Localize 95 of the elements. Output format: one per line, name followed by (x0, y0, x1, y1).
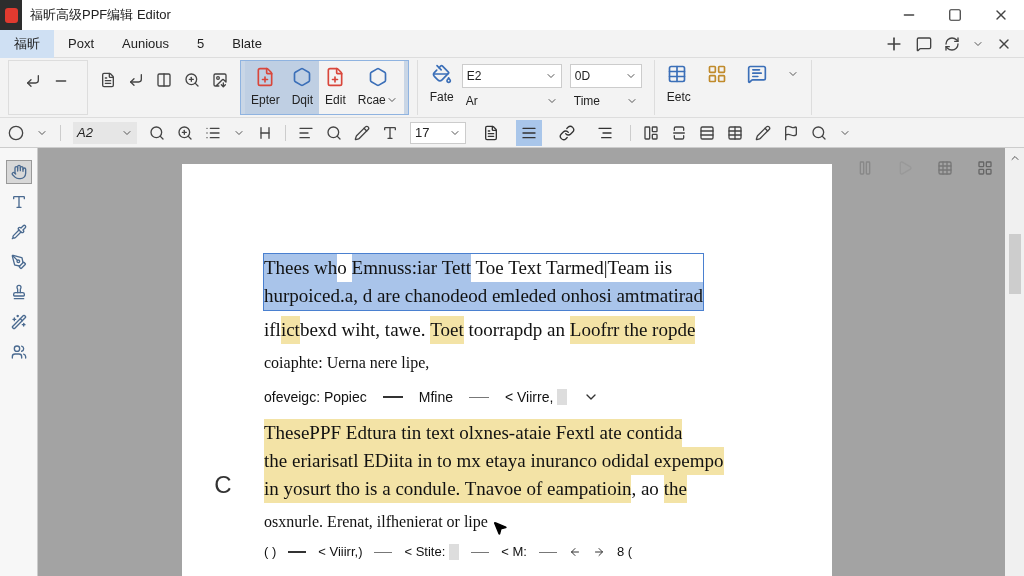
document-text: o (337, 256, 348, 280)
document-text: the (663, 475, 687, 503)
ribbon-label: Fate (429, 89, 454, 106)
style-combo[interactable]: A2 (73, 121, 137, 144)
zoom-icon[interactable] (184, 72, 200, 88)
hand-icon[interactable] (10, 164, 27, 180)
document-text: in yosurt tho is a condule. Tnavoe of eampatioin (264, 475, 632, 503)
wand-icon[interactable] (10, 314, 27, 330)
size-dropdown[interactable]: Time (569, 92, 642, 110)
document-text: , ao (631, 477, 660, 501)
margin-mark: C (214, 470, 232, 500)
document-text: osxnurle. Erenat, ilfhenierat or lipe (264, 512, 488, 533)
people-icon[interactable] (10, 344, 27, 360)
frame-icon[interactable] (156, 72, 172, 88)
pen-icon[interactable] (755, 124, 771, 141)
font-combo[interactable]: E2 (461, 64, 562, 88)
menu-tab[interactable]: Aunious (108, 29, 183, 58)
image-edit-icon[interactable] (212, 72, 228, 88)
text-tool-icon[interactable] (10, 194, 27, 210)
document-text: ict (280, 316, 300, 344)
corner-icon[interactable] (25, 73, 41, 89)
menu-tab[interactable]: Blate (218, 29, 276, 58)
document-text: the eriarisatl EDiita (264, 447, 418, 475)
field-label: Mfine (418, 387, 453, 407)
scrollbar-thumb[interactable] (1008, 234, 1021, 294)
right-arrow-icon[interactable] (592, 546, 605, 558)
menu-tab[interactable]: 5 (183, 29, 219, 58)
app-logo-icon (4, 7, 18, 23)
font-icon[interactable] (382, 124, 398, 141)
document-text: coiaphte: Uerna nere lipe, (264, 353, 431, 374)
document-text: ifl (264, 318, 281, 342)
mouse-cursor-icon[interactable] (491, 520, 508, 536)
grid-icon[interactable] (706, 64, 727, 84)
document-text: in to mx etaya inuranco odidal expempo (417, 447, 724, 475)
document-text: bexd wiht, tawe. (299, 318, 427, 342)
field-label: ( ) (264, 543, 277, 562)
document-text: Tett (441, 254, 472, 282)
menu-tab[interactable]: Poxt (54, 29, 108, 58)
hand-tool-button[interactable] (5, 160, 32, 184)
table-icon[interactable] (666, 64, 687, 84)
document-text: Thees wh (264, 254, 338, 282)
comment-icon[interactable] (916, 35, 932, 52)
edit-icon[interactable] (354, 124, 370, 141)
refresh-icon[interactable] (944, 35, 960, 52)
pen-icon[interactable] (10, 254, 27, 270)
menu-tab[interactable]: 福昕 (0, 29, 54, 58)
search-icon[interactable] (149, 124, 165, 141)
text-size-icon[interactable] (257, 124, 273, 141)
split-icon[interactable] (671, 124, 687, 141)
ribbon-button[interactable]: Rcae (351, 61, 404, 114)
ribbon-button[interactable]: Epter (245, 61, 286, 114)
field-label: < Viiirr,) (318, 543, 363, 562)
ribbon-button[interactable]: Edit (319, 61, 352, 114)
document-text: d are chanodeod emleded onhosi amtmatirad (362, 282, 703, 310)
ribbon-label: Eetc (666, 89, 692, 106)
search-icon[interactable] (326, 124, 342, 141)
flag-icon[interactable] (783, 124, 799, 141)
font-dropdown[interactable]: Ar (461, 92, 562, 110)
rows-icon[interactable] (699, 124, 715, 141)
font-size-combo[interactable]: 17 (410, 121, 466, 144)
page-icon[interactable] (483, 124, 499, 141)
search-icon[interactable] (811, 124, 827, 141)
window-title: 福昕高级PPF编辑 Editor (30, 6, 171, 25)
pipette-icon[interactable] (10, 224, 27, 240)
fill-icon[interactable] (431, 64, 452, 84)
thumbnails-icon[interactable] (977, 160, 993, 176)
layout-icon[interactable] (643, 124, 659, 141)
document-text: ThesePPF Edtura (264, 419, 402, 447)
field-label: < Stite: (404, 543, 446, 562)
document-text: Toet (430, 316, 464, 344)
document-text: toorrapdp an (467, 318, 567, 342)
file-add-icon[interactable] (325, 66, 346, 87)
document-icon[interactable] (100, 72, 116, 88)
field-label: 8 ( (616, 543, 633, 562)
hexagon-icon[interactable] (292, 66, 313, 87)
align-button[interactable] (516, 119, 542, 146)
field-label: < Viirre, (504, 387, 554, 407)
document-text: Loofrr the ropde (569, 316, 696, 344)
maximize-icon[interactable] (948, 8, 962, 22)
stamp-icon[interactable] (10, 284, 27, 300)
shape-icon[interactable] (8, 124, 24, 141)
document-text: tin text olxnes-ataie Fextl ate contida (401, 419, 683, 447)
ribbon-button[interactable]: Dqit (285, 61, 320, 114)
left-arrow-icon[interactable] (568, 546, 581, 558)
document-text: hurpoiced.a, (264, 282, 363, 310)
table-icon[interactable] (727, 124, 743, 141)
field-label: < M: (501, 543, 527, 562)
zoom-icon[interactable] (177, 124, 193, 141)
document-text: Emnuss:iar (351, 254, 442, 282)
size-combo[interactable]: 0D (569, 64, 642, 88)
document-text: Toe Text Tarmed|Team iis (474, 256, 673, 280)
field-label: ofeveigc: Popiec (264, 387, 367, 407)
note-icon[interactable] (746, 64, 767, 84)
link-icon[interactable] (559, 124, 575, 141)
hexagon-icon[interactable] (367, 66, 388, 87)
